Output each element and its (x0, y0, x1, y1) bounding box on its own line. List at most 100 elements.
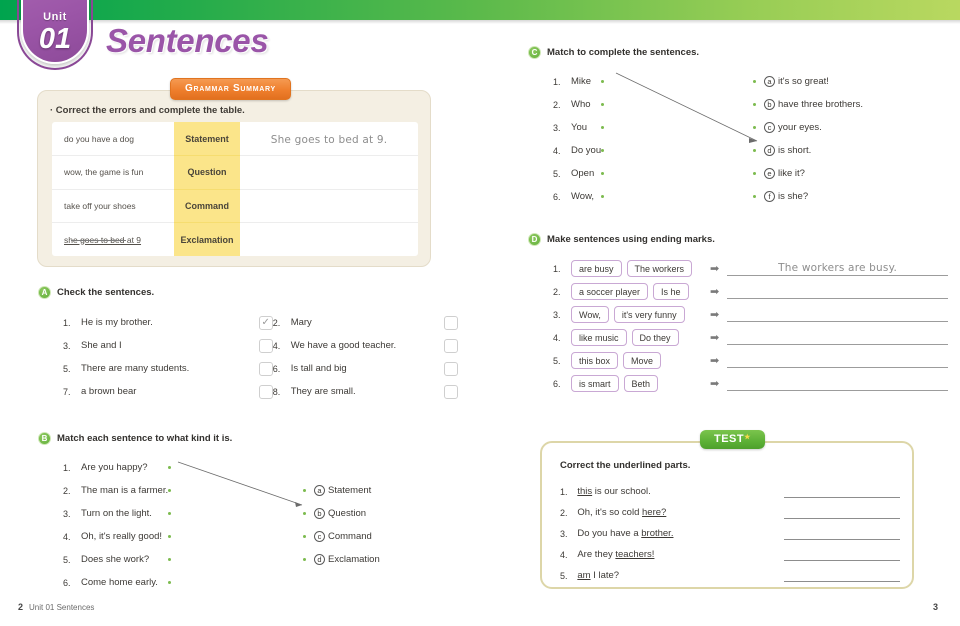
checkbox[interactable] (258, 384, 273, 399)
test-row: 5. am I late? (560, 565, 900, 586)
match-dot[interactable] (303, 535, 306, 538)
match-dot[interactable] (753, 103, 756, 106)
word-tile[interactable]: this box (571, 352, 619, 369)
word-tile[interactable]: a soccer player (571, 283, 649, 300)
option-label: c your eyes. (764, 121, 822, 133)
grammar-summary-row: she goes to bed at 9 Exclamation (52, 222, 418, 257)
match-dot[interactable] (168, 489, 172, 492)
answer-line[interactable] (784, 527, 900, 540)
answer-line[interactable] (727, 284, 948, 299)
section-d-title: Make sentences using ending marks. (547, 234, 715, 246)
match-dot[interactable] (753, 126, 756, 129)
word-tile[interactable]: are busy (571, 260, 622, 277)
match-dot[interactable] (601, 195, 605, 198)
match-left-item[interactable]: 4. Do you (553, 139, 605, 162)
unit-label: Unit (43, 11, 67, 23)
option-key: e (764, 167, 775, 179)
match-left-item[interactable]: 3. You (553, 116, 605, 139)
match-left-item[interactable]: 1. Mike (553, 70, 605, 93)
match-left-item[interactable]: 3. Turn on the light. (63, 502, 172, 525)
grammar-answer-cell[interactable] (240, 189, 418, 223)
item-number: 5. (553, 168, 561, 179)
item-text: They are small. (290, 386, 356, 397)
match-right-item[interactable]: d Exclamation (303, 548, 380, 571)
item-number: 5. (63, 363, 71, 374)
item-text: Wow, (571, 191, 595, 202)
word-tile[interactable]: Wow, (571, 306, 609, 323)
word-tile[interactable]: Do they (631, 329, 679, 346)
word-tile[interactable]: like music (571, 329, 627, 346)
match-dot[interactable] (753, 149, 756, 152)
match-right-item[interactable]: c your eyes. (753, 116, 863, 139)
match-dot[interactable] (303, 489, 306, 492)
answer-line[interactable] (727, 307, 948, 322)
grammar-answer-cell[interactable] (240, 223, 418, 257)
match-right-item[interactable]: d is short. (753, 139, 863, 162)
match-dot[interactable] (601, 172, 605, 175)
word-tile[interactable]: Move (623, 352, 662, 369)
arrow-icon: ➡ (710, 355, 720, 367)
match-left-item[interactable]: 6. Come home early. (63, 571, 172, 594)
match-right-item[interactable]: e like it? (753, 162, 863, 185)
answer-line[interactable] (784, 569, 900, 582)
match-right-item[interactable]: a Statement (303, 479, 380, 502)
match-dot[interactable] (168, 535, 172, 538)
match-dot[interactable] (753, 195, 756, 198)
match-left-item[interactable]: 2. The man is a farmer. (63, 479, 172, 502)
answer-line[interactable] (727, 353, 948, 368)
answer-line[interactable]: The workers are busy. (727, 261, 948, 276)
grammar-summary-row: do you have a dog Statement She goes to be… (52, 122, 418, 156)
match-dot[interactable] (601, 80, 605, 83)
match-right-item[interactable]: c Command (303, 525, 380, 548)
match-dot[interactable] (303, 512, 306, 515)
section-c-badge: C (528, 46, 541, 60)
answer-line[interactable] (784, 485, 900, 498)
match-right-item[interactable]: b Question (303, 502, 380, 525)
checkbox[interactable]: ✓ (258, 315, 273, 330)
match-left-item[interactable]: 6. Wow, (553, 185, 605, 208)
section-d-row: 6. is smart Beth ➡ (553, 372, 948, 395)
match-right-item[interactable]: f is she? (753, 185, 863, 208)
match-dot[interactable] (168, 558, 172, 561)
word-tile[interactable]: Beth (623, 375, 659, 392)
word-tile[interactable]: Is he (653, 283, 689, 300)
option-label: c Command (314, 530, 372, 542)
word-tile[interactable]: The workers (626, 260, 693, 277)
match-dot[interactable] (601, 149, 605, 152)
match-left-item[interactable]: 5. Open (553, 162, 605, 185)
checkbox[interactable] (444, 384, 458, 399)
grammar-answer-cell[interactable] (240, 155, 418, 190)
checkbox[interactable] (258, 338, 273, 353)
match-dot[interactable] (303, 558, 306, 561)
answer-line[interactable] (784, 506, 900, 519)
answer-line[interactable] (784, 548, 900, 561)
test-tab: TEST★ (700, 430, 765, 449)
match-dot[interactable] (753, 80, 756, 83)
section-d-row: 5. this box Move ➡ (553, 349, 948, 372)
match-left-item[interactable]: 1. Are you happy? (63, 456, 172, 479)
word-tile[interactable]: is smart (571, 375, 619, 392)
checkbox[interactable] (444, 338, 458, 353)
match-left-item[interactable]: 2. Who (553, 93, 605, 116)
match-dot[interactable] (168, 512, 172, 515)
arrow-icon: ➡ (710, 378, 720, 390)
answer-line[interactable] (727, 376, 948, 391)
checkbox[interactable] (258, 361, 273, 376)
answer-line[interactable] (727, 330, 948, 345)
match-right-item[interactable]: a it's so great! (753, 70, 863, 93)
match-dot[interactable] (168, 581, 172, 584)
item-number: 1. (553, 76, 561, 87)
grammar-answer-cell[interactable]: She goes to bed at 9. (240, 122, 418, 156)
word-tile[interactable]: it's very funny (613, 306, 685, 323)
match-dot[interactable] (753, 172, 756, 175)
match-left-item[interactable]: 4. Oh, it's really good! (63, 525, 172, 548)
match-dot[interactable] (601, 126, 605, 129)
checkbox[interactable] (444, 361, 458, 376)
checkbox[interactable] (444, 315, 458, 330)
match-dot[interactable] (168, 466, 172, 469)
test-row: 3. Do you have a brother. (560, 523, 900, 544)
match-dot[interactable] (601, 103, 605, 106)
match-left-item[interactable]: 5. Does she work? (63, 548, 172, 571)
option-label: b Question (314, 507, 366, 519)
match-right-item[interactable]: b have three brothers. (753, 93, 863, 116)
